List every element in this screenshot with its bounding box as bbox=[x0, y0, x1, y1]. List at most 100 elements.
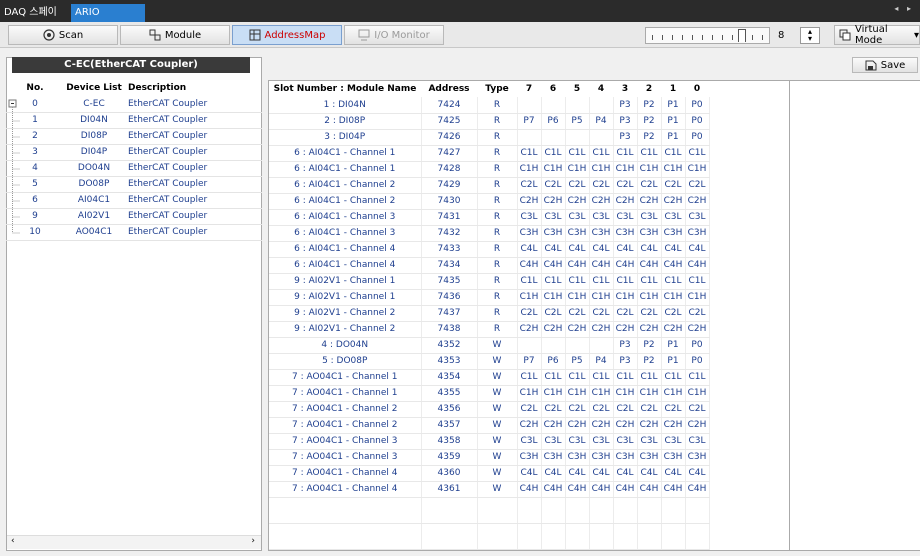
table-row[interactable]: 6 : AI04C1 - Channel 4 7434 R C4H C4H C4H C4H C… bbox=[269, 257, 710, 274]
tab-ario-config[interactable]: ARIO Config✕ bbox=[71, 4, 145, 36]
bit-cell: C2H bbox=[661, 417, 686, 434]
bit-cell: C3H bbox=[637, 449, 662, 466]
bit-cell: C3L bbox=[589, 433, 614, 450]
collapse-icon[interactable] bbox=[6, 96, 46, 112]
slot-cell: 2 : DI08P bbox=[269, 113, 422, 130]
device-row[interactable]: 5 DO08P EtherCAT Coupler bbox=[6, 176, 262, 193]
bit-cell: P4 bbox=[589, 113, 614, 130]
table-row[interactable]: 6 : AI04C1 - Channel 2 7430 R C2H C2H C2H C2H C… bbox=[269, 193, 710, 210]
device-name: C-EC bbox=[64, 96, 124, 113]
slot-cell: 6 : AI04C1 - Channel 2 bbox=[269, 193, 422, 210]
bit-cell bbox=[517, 337, 542, 354]
table-row[interactable]: 6 : AI04C1 - Channel 1 7427 R C1L C1L C1L C1L C… bbox=[269, 145, 710, 162]
table-row[interactable]: 7 : AO04C1 - Channel 4 4361 W C4H C4H C4H C4H C… bbox=[269, 481, 710, 498]
table-row[interactable]: 6 : AI04C1 - Channel 1 7428 R C1H C1H C1H C1H C… bbox=[269, 161, 710, 178]
scan-button[interactable]: Scan bbox=[8, 25, 118, 45]
table-row[interactable]: 2 : DI08P 7425 R P7 P6 P5 P4 P3 P2 P1 P0 bbox=[269, 113, 710, 130]
bit-cell: P6 bbox=[541, 353, 566, 370]
bit-cell: C4L bbox=[661, 241, 686, 258]
bit-cell: C1L bbox=[661, 145, 686, 162]
spin-down-icon[interactable]: ▾ bbox=[808, 34, 812, 43]
address-cell: 7431 bbox=[421, 209, 478, 226]
module-button[interactable]: Module bbox=[120, 25, 230, 45]
scroll-left-icon[interactable]: ‹ bbox=[11, 536, 15, 546]
device-row[interactable]: 1 DI04N EtherCAT Coupler bbox=[6, 112, 262, 129]
table-row[interactable]: 7 : AO04C1 - Channel 3 4358 W C3L C3L C3L C3L C… bbox=[269, 433, 710, 450]
empty-cell bbox=[637, 523, 662, 550]
table-row[interactable]: 3 : DI04P 7426 R P3 P2 P1 P0 bbox=[269, 129, 710, 146]
tab-daq-space[interactable]: DAQ 스페이스 bbox=[0, 4, 70, 36]
table-row[interactable]: 9 : AI02V1 - Channel 2 7438 R C2H C2H C2H C2H C… bbox=[269, 321, 710, 338]
address-cell: 4360 bbox=[421, 465, 478, 482]
table-row[interactable]: 7 : AO04C1 - Channel 1 4355 W C1H C1H C1H C1H C… bbox=[269, 385, 710, 402]
device-grid-header: No. Device List Description bbox=[6, 80, 262, 96]
table-row[interactable]: 7 : AO04C1 - Channel 2 4357 W C2H C2H C2H C2H C… bbox=[269, 417, 710, 434]
table-row[interactable]: 7 : AO04C1 - Channel 2 4356 W C2L C2L C2L C2L C… bbox=[269, 401, 710, 418]
bit-cell: C2L bbox=[685, 305, 710, 322]
table-row[interactable]: 6 : AI04C1 - Channel 2 7429 R C2L C2L C2L C2L C… bbox=[269, 177, 710, 194]
address-cell: 4356 bbox=[421, 401, 478, 418]
table-row[interactable]: 6 : AI04C1 - Channel 3 7432 R C3H C3H C3H C3H C… bbox=[269, 225, 710, 242]
zoom-spinner[interactable]: ▴ ▾ bbox=[800, 27, 820, 44]
bit-cell: C4H bbox=[613, 257, 638, 274]
horizontal-scrollbar[interactable]: ‹ › bbox=[7, 535, 261, 549]
slider-thumb[interactable] bbox=[738, 29, 746, 42]
bit-cell: C3L bbox=[613, 209, 638, 226]
io-monitor-button[interactable]: I/O Monitor bbox=[344, 25, 444, 45]
bit-cell: C1L bbox=[517, 273, 542, 290]
device-row[interactable]: 4 DO04N EtherCAT Coupler bbox=[6, 160, 262, 177]
tree-line bbox=[12, 192, 20, 209]
bit-cell: C4L bbox=[637, 465, 662, 482]
bit-cell: C3L bbox=[613, 433, 638, 450]
table-row[interactable]: 1 : DI04N 7424 R P3 P2 P1 P0 bbox=[269, 97, 710, 114]
bit-cell: P1 bbox=[661, 113, 686, 130]
addressmap-button[interactable]: AddressMap bbox=[232, 25, 342, 45]
bit-cell: C3H bbox=[589, 225, 614, 242]
virtual-mode-dropdown[interactable]: Virtual Mode ▾ bbox=[834, 24, 920, 46]
slot-cell: 7 : AO04C1 - Channel 1 bbox=[269, 369, 422, 386]
save-button[interactable]: Save bbox=[852, 57, 918, 73]
bit-cell: C1H bbox=[637, 385, 662, 402]
bit-cell: C2H bbox=[637, 193, 662, 210]
bit-cell: C3H bbox=[565, 225, 590, 242]
address-map-header: Slot Number : Module Name Address Type 7 6 5 4… bbox=[269, 81, 709, 97]
zoom-slider[interactable] bbox=[645, 27, 770, 44]
device-row[interactable]: 2 DI08P EtherCAT Coupler bbox=[6, 128, 262, 145]
bit-cell: C1L bbox=[685, 145, 710, 162]
bit-cell: C2H bbox=[637, 321, 662, 338]
bit-cell: C2L bbox=[613, 177, 638, 194]
table-row[interactable]: 7 : AO04C1 - Channel 1 4354 W C1L C1L C1L C1L C… bbox=[269, 369, 710, 386]
table-row[interactable]: 5 : DO08P 4353 W P7 P6 P5 P4 P3 P2 P1 P0 bbox=[269, 353, 710, 370]
empty-cell bbox=[269, 523, 422, 550]
table-row[interactable]: 6 : AI04C1 - Channel 3 7431 R C3L C3L C3L C3L C… bbox=[269, 209, 710, 226]
tab-scroll-arrows[interactable]: ◂ ▸ bbox=[894, 4, 914, 13]
device-row[interactable]: 10 AO04C1 EtherCAT Coupler bbox=[6, 224, 262, 241]
scroll-right-icon[interactable]: › bbox=[251, 536, 255, 546]
empty-cell bbox=[541, 497, 566, 524]
bit-cell: C4H bbox=[613, 481, 638, 498]
device-row[interactable]: 6 AI04C1 EtherCAT Coupler bbox=[6, 192, 262, 209]
slider-ticks bbox=[652, 35, 763, 40]
bit-cell: C3L bbox=[517, 209, 542, 226]
slot-cell: 7 : AO04C1 - Channel 3 bbox=[269, 449, 422, 466]
bit-cell: C1L bbox=[661, 369, 686, 386]
table-row[interactable]: 6 : AI04C1 - Channel 4 7433 R C4L C4L C4L C4L C… bbox=[269, 241, 710, 258]
table-row[interactable]: 7 : AO04C1 - Channel 4 4360 W C4L C4L C4L C4L C… bbox=[269, 465, 710, 482]
table-row[interactable]: 9 : AI02V1 - Channel 2 7437 R C2L C2L C2L C2L C… bbox=[269, 305, 710, 322]
table-row[interactable]: 9 : AI02V1 - Channel 1 7435 R C1L C1L C1L C1L C… bbox=[269, 273, 710, 290]
table-row[interactable]: 9 : AI02V1 - Channel 1 7436 R C1H C1H C1H C1H C… bbox=[269, 289, 710, 306]
bit-cell: C1H bbox=[565, 385, 590, 402]
bit-cell: C1L bbox=[613, 273, 638, 290]
bit-cell: C2L bbox=[541, 401, 566, 418]
table-row[interactable]: 4 : DO04N 4352 W P3 P2 P1 P0 bbox=[269, 337, 710, 354]
bit-cell: C1L bbox=[541, 369, 566, 386]
device-name: DO08P bbox=[64, 176, 124, 193]
device-row[interactable]: 9 AI02V1 EtherCAT Coupler bbox=[6, 208, 262, 225]
table-row[interactable]: 7 : AO04C1 - Channel 3 4359 W C3H C3H C3H C3H C… bbox=[269, 449, 710, 466]
device-row[interactable]: 3 DI04P EtherCAT Coupler bbox=[6, 144, 262, 161]
col-bit-2: 2 bbox=[645, 84, 653, 94]
bit-cell: P1 bbox=[661, 337, 686, 354]
bit-cell: C2L bbox=[589, 177, 614, 194]
device-row[interactable]: 0 C-EC EtherCAT Coupler bbox=[6, 96, 262, 113]
address-cell: 7424 bbox=[421, 97, 478, 114]
